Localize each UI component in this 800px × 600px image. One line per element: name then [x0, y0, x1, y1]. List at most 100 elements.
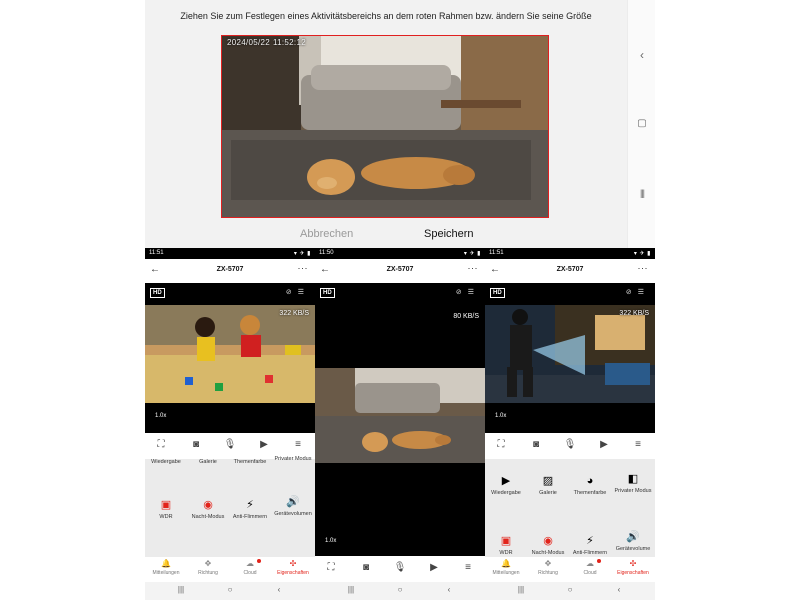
home-nav-icon[interactable]: ○: [220, 585, 240, 594]
direction-icon: ✥: [204, 559, 212, 568]
cloud-icon: ☁: [586, 559, 594, 568]
record-icon[interactable]: ▶: [594, 439, 614, 450]
hd-toggle[interactable]: HD: [320, 288, 335, 298]
back-nav-icon[interactable]: ‹: [269, 585, 289, 594]
nav-mitteilungen[interactable]: 🔔 Mitteilungen: [485, 559, 527, 576]
phone-screen-2: 11:50 ▾ ✈ ▮ ← ZX-5707 ··· HD ⊘☰ 80 KB/S …: [315, 248, 485, 600]
osd-date: 2024/05/22: [227, 38, 271, 47]
grid-item-privater-modus[interactable]: Privater Modus: [272, 454, 314, 463]
snapshot-icon[interactable]: ◙: [526, 439, 546, 450]
fullscreen-icon[interactable]: ⛶: [151, 439, 171, 450]
grid-item-anti-flimmern[interactable]: ⚡ Anti-Flimmern: [569, 535, 611, 557]
recents-nav-icon[interactable]: |||: [171, 585, 191, 594]
back-nav-icon[interactable]: ‹: [439, 585, 459, 594]
back-nav-icon[interactable]: ‹: [628, 48, 656, 62]
home-nav-icon[interactable]: ○: [390, 585, 410, 594]
grid-item-geraetevolumen[interactable]: 🔊 Gerätevolumen: [272, 496, 314, 518]
hd-toggle[interactable]: HD: [490, 288, 505, 298]
nav-richtung[interactable]: ✥ Richtung: [527, 559, 569, 576]
grid-item-wiedergabe[interactable]: ▶ Wiedergabe: [485, 475, 527, 497]
privacy-icon: ◧: [627, 473, 639, 485]
snapshot-icon[interactable]: ◙: [186, 439, 206, 450]
flicker-icon: ⚡: [246, 499, 254, 511]
app-header: ← ZX-5707 ···: [315, 259, 485, 283]
status-time: 11:50: [319, 250, 334, 256]
grid-item-privater-modus[interactable]: ◧ Privater Modus: [612, 473, 654, 495]
status-bar: 11:51 ▾ ✈ ▮: [145, 248, 315, 259]
recents-nav-icon[interactable]: |||: [511, 585, 531, 594]
grid-item-wdr[interactable]: ▣ WDR: [485, 535, 527, 557]
settings-icon: ✣: [629, 559, 637, 568]
record-icon[interactable]: ▶: [254, 439, 274, 450]
grid-item-galerie[interactable]: Galerie: [187, 457, 229, 466]
nav-mitteilungen[interactable]: 🔔 Mitteilungen: [145, 559, 187, 576]
hd-toggle[interactable]: HD: [150, 288, 165, 298]
bitrate: 322 KB/S: [619, 310, 649, 317]
camera-feed-intruder: [485, 305, 655, 403]
grid-item-galerie[interactable]: ▨ Galerie: [527, 475, 569, 497]
grid-item-wiedergabe[interactable]: Wiedergabe: [145, 457, 187, 466]
osd-time: 11:52:12: [273, 38, 306, 47]
status-bar: 11:51 ▾ ✈ ▮: [485, 248, 655, 259]
volume-icon: 🔊: [286, 496, 300, 508]
camera-title: ZX-5707: [556, 266, 584, 273]
grid-item-themenfarbe[interactable]: Themenfarbe: [229, 457, 271, 466]
feature-grid: Wiedergabe Galerie Themenfarbe Privater …: [145, 456, 315, 557]
nav-cloud[interactable]: ☁ Cloud: [229, 559, 271, 576]
snapshot-icon[interactable]: ◙: [356, 562, 376, 573]
volume-icon: 🔊: [626, 531, 640, 543]
bell-icon: 🔔: [501, 559, 511, 568]
nav-cloud[interactable]: ☁ Cloud: [569, 559, 611, 576]
cloud-icon: ☁: [246, 559, 254, 568]
nav-eigenschaften[interactable]: ✣ Eigenschaften: [272, 559, 314, 576]
menu-icon[interactable]: ≡: [288, 439, 308, 450]
menu-icon[interactable]: ≡: [628, 439, 648, 450]
microphone-icon[interactable]: 🎙: [390, 562, 410, 573]
live-view[interactable]: HD ⊘☰ 80 KB/S 1.0x: [315, 283, 485, 556]
grid-item-nacht-modus[interactable]: ◉ Nacht-Modus: [187, 499, 229, 521]
mute-and-settings-icons[interactable]: ⊘☰: [626, 288, 650, 296]
grid-item-themenfarbe[interactable]: ◕ Themenfarbe: [569, 475, 611, 497]
home-nav-icon[interactable]: ○: [560, 585, 580, 594]
camera-snapshot-living-room: [221, 35, 549, 218]
grid-item-geraetevolume[interactable]: 🔊 Gerätevolume: [612, 531, 654, 553]
fullscreen-icon[interactable]: ⛶: [491, 439, 511, 450]
direction-icon: ✥: [544, 559, 552, 568]
wdr-icon: ▣: [500, 535, 512, 547]
instruction-text: Ziehen Sie zum Festlegen eines Aktivität…: [180, 11, 592, 21]
notification-dot: [257, 559, 261, 563]
wdr-icon: ▣: [160, 499, 172, 511]
record-icon[interactable]: ▶: [424, 562, 444, 573]
nav-eigenschaften[interactable]: ✣ Eigenschaften: [612, 559, 654, 576]
mute-and-settings-icons[interactable]: ⊘☰: [456, 288, 480, 296]
microphone-icon[interactable]: 🎙: [220, 439, 240, 450]
cancel-button[interactable]: Abbrechen: [300, 228, 353, 240]
more-icon[interactable]: ···: [468, 263, 479, 273]
live-view[interactable]: HD ⊘☰ 322 KB/S 1.0x: [145, 283, 315, 434]
menu-icon[interactable]: ≡: [458, 562, 478, 573]
feature-grid: ▶ Wiedergabe ▨ Galerie ◕ Themenfarbe ◧ Priva…: [485, 459, 655, 557]
back-nav-icon[interactable]: ‹: [609, 585, 629, 594]
live-view[interactable]: HD ⊘☰ 322 KB/S 1.0x: [485, 283, 655, 434]
fullscreen-icon[interactable]: ⛶: [321, 562, 341, 573]
microphone-icon[interactable]: 🎙: [560, 439, 580, 450]
grid-item-anti-flimmern[interactable]: ⚡ Anti-Flimmern: [229, 499, 271, 521]
bitrate: 322 KB/S: [279, 310, 309, 317]
home-nav-icon[interactable]: ▢: [628, 118, 656, 129]
grid-item-wdr[interactable]: ▣ WDR: [145, 499, 187, 521]
mute-and-settings-icons[interactable]: ⊘☰: [286, 288, 310, 296]
nav-richtung[interactable]: ✥ Richtung: [187, 559, 229, 576]
system-navigation-bar: ‹ ▢ |||: [627, 0, 655, 248]
more-icon[interactable]: ···: [638, 263, 649, 273]
flicker-icon: ⚡: [586, 535, 594, 547]
bitrate: 80 KB/S: [453, 313, 479, 320]
notification-dot: [597, 559, 601, 563]
save-button[interactable]: Speichern: [424, 228, 474, 240]
zoom-level: 1.0x: [155, 413, 167, 419]
more-icon[interactable]: ···: [298, 263, 309, 273]
recents-nav-icon[interactable]: |||: [628, 188, 656, 198]
grid-item-nacht-modus[interactable]: ◉ Nacht-Modus: [527, 535, 569, 557]
system-status-icons: ▾ ✈ ▮: [633, 251, 651, 257]
activity-zone-screen: Ziehen Sie zum Festlegen eines Aktivität…: [145, 0, 655, 248]
recents-nav-icon[interactable]: |||: [341, 585, 361, 594]
